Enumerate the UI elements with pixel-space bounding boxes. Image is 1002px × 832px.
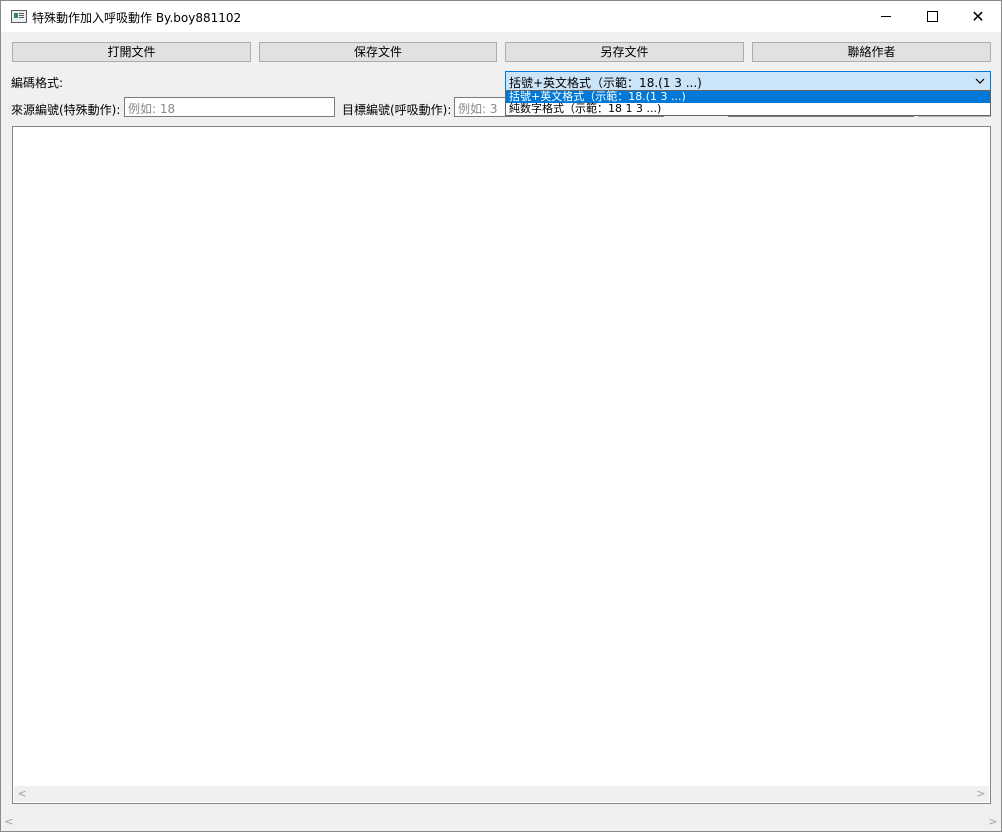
source-label: 來源編號(特殊動作):	[11, 103, 121, 117]
content-textarea[interactable]: < >	[12, 126, 991, 804]
app-icon	[11, 10, 27, 23]
save-file-button[interactable]: 保存文件	[259, 42, 497, 62]
save-as-button[interactable]: 另存文件	[505, 42, 744, 62]
encoding-label: 編碼格式:	[11, 76, 64, 90]
scroll-right-icon[interactable]: >	[973, 786, 989, 802]
minimize-button[interactable]	[863, 1, 909, 32]
close-icon: ✕	[971, 6, 985, 26]
open-file-button[interactable]: 打開文件	[12, 42, 251, 62]
encoding-selected-value: 括號+英文格式（示範：18.(1 3 ...)	[509, 76, 702, 90]
target-placeholder: 例如: 3	[458, 102, 498, 116]
scroll-left-icon[interactable]: <	[14, 786, 30, 802]
window-title: 特殊動作加入呼吸動作 By.boy881102	[32, 11, 242, 25]
encoding-dropdown-list[interactable]: 括號+英文格式（示範：18.(1 3 ...) 純数字格式（示範：18 1 3 …	[505, 90, 991, 116]
source-placeholder: 例如: 18	[128, 102, 176, 116]
contact-author-button[interactable]: 聯絡作者	[752, 42, 991, 62]
window-horizontal-scrollbar[interactable]: < >	[1, 814, 1001, 831]
window-scroll-left-icon[interactable]: <	[1, 814, 17, 830]
window-scroll-right-icon[interactable]: >	[985, 814, 1001, 830]
textarea-horizontal-scrollbar[interactable]: < >	[14, 786, 989, 802]
encoding-option-numeric[interactable]: 純数字格式（示範：18 1 3 ...)	[506, 103, 990, 115]
source-input[interactable]: 例如: 18	[124, 97, 335, 117]
close-button[interactable]: ✕	[955, 1, 1001, 32]
app-window: 特殊動作加入呼吸動作 By.boy881102 ✕ 打開文件 保存文件 另存文件…	[0, 0, 1002, 832]
chevron-down-icon	[975, 78, 985, 84]
encoding-select[interactable]: 括號+英文格式（示範：18.(1 3 ...)	[505, 71, 991, 91]
minimize-icon	[881, 16, 891, 17]
target-label: 目標編號(呼吸動作):	[342, 103, 452, 117]
title-bar[interactable]: 特殊動作加入呼吸動作 By.boy881102 ✕	[1, 1, 1001, 32]
maximize-icon	[926, 11, 938, 22]
maximize-button[interactable]	[909, 1, 955, 32]
